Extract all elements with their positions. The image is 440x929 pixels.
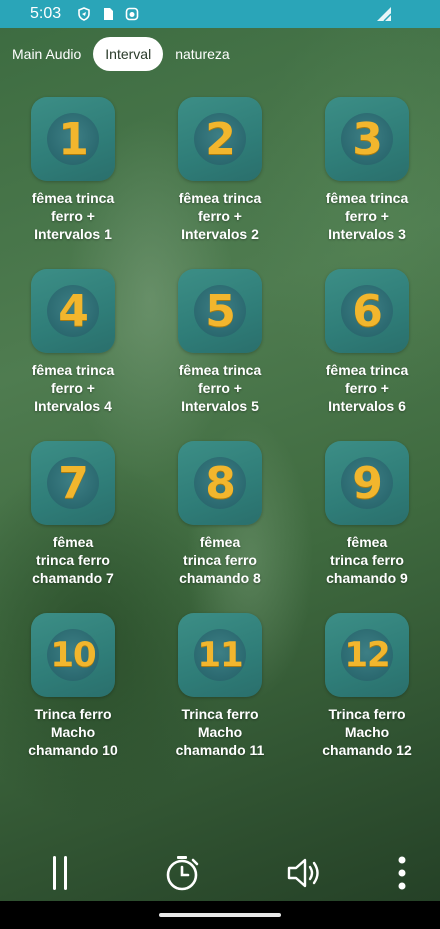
tab-natureza[interactable]: natureza (173, 37, 231, 71)
tile-number: 5 (205, 285, 236, 337)
tile-number: 9 (352, 457, 383, 509)
audio-item-9[interactable]: 9 fêmea trinca ferro chamando 9 (297, 441, 437, 587)
tile-number: 2 (205, 113, 236, 165)
audio-label: fêmea trinca ferro chamando 9 (326, 534, 408, 586)
audio-item-12[interactable]: 12 Trinca ferro Macho chamando 12 (297, 613, 437, 759)
audio-label: Trinca ferro Macho chamando 11 (175, 706, 265, 758)
audio-label: fêmea trinca ferro + Intervalos 6 (325, 362, 409, 414)
tab-main-audio[interactable]: Main Audio (10, 37, 83, 71)
audio-tile: 4 (31, 269, 115, 353)
audio-label: fêmea trinca ferro + Intervalos 1 (31, 190, 115, 242)
system-nav-bar (0, 901, 440, 929)
audio-label: fêmea trinca ferro + Intervalos 3 (325, 190, 409, 242)
audio-label: Trinca ferro Macho chamando 12 (322, 706, 412, 758)
pause-icon[interactable] (40, 853, 80, 893)
tab-interval[interactable]: Interval (93, 37, 164, 71)
audio-tile: 1 (31, 97, 115, 181)
timer-icon[interactable] (162, 853, 202, 893)
audio-label: fêmea trinca ferro + Intervalos 2 (178, 190, 262, 242)
audio-tile: 3 (325, 97, 409, 181)
audio-tile: 6 (325, 269, 409, 353)
audio-item-5[interactable]: 5 fêmea trinca ferro + Intervalos 5 (150, 269, 290, 415)
audio-item-4[interactable]: 4 fêmea trinca ferro + Intervalos 4 (3, 269, 143, 415)
audio-tile: 2 (178, 97, 262, 181)
tile-number: 12 (344, 635, 390, 675)
audio-label: fêmea trinca ferro + Intervalos 4 (31, 362, 115, 414)
tile-number: 7 (58, 457, 89, 509)
audio-tile: 7 (31, 441, 115, 525)
tile-number: 10 (50, 635, 96, 675)
audio-item-1[interactable]: 1 fêmea trinca ferro + Intervalos 1 (3, 97, 143, 243)
tile-number: 8 (205, 457, 236, 509)
tile-number: 4 (58, 285, 89, 337)
shield-icon (78, 7, 90, 21)
tile-number: 6 (352, 285, 383, 337)
audio-label: fêmea trinca ferro chamando 8 (179, 534, 261, 586)
audio-item-8[interactable]: 8 fêmea trinca ferro chamando 8 (150, 441, 290, 587)
audio-tile: 11 (178, 613, 262, 697)
audio-tile: 5 (178, 269, 262, 353)
status-time: 5:03 (30, 5, 62, 22)
playback-controls (0, 845, 440, 901)
audio-item-6[interactable]: 6 fêmea trinca ferro + Intervalos 6 (297, 269, 437, 415)
tile-number: 1 (58, 113, 89, 165)
audio-label: Trinca ferro Macho chamando 10 (28, 706, 118, 758)
sim-card-icon (104, 8, 114, 20)
tile-number: 3 (352, 113, 383, 165)
audio-item-11[interactable]: 11 Trinca ferro Macho chamando 11 (150, 613, 290, 759)
tab-bar: Main Audio Interval natureza (0, 36, 440, 72)
status-bar: 5:03 (0, 0, 440, 28)
audio-label: fêmea trinca ferro chamando 7 (32, 534, 114, 586)
volume-icon[interactable] (284, 853, 324, 893)
tile-number: 11 (197, 635, 243, 675)
audio-item-3[interactable]: 3 fêmea trinca ferro + Intervalos 3 (297, 97, 437, 243)
audio-item-10[interactable]: 10 Trinca ferro Macho chamando 10 (3, 613, 143, 759)
more-vert-icon[interactable] (382, 853, 422, 893)
audio-item-2[interactable]: 2 fêmea trinca ferro + Intervalos 2 (150, 97, 290, 243)
signal-icon (377, 7, 392, 22)
home-indicator[interactable] (159, 913, 281, 917)
audio-tile: 8 (178, 441, 262, 525)
audio-label: fêmea trinca ferro + Intervalos 5 (178, 362, 262, 414)
audio-tile: 12 (325, 613, 409, 697)
audio-item-7[interactable]: 7 fêmea trinca ferro chamando 7 (3, 441, 143, 587)
audio-tile: 9 (325, 441, 409, 525)
app-notification-icon (125, 7, 139, 21)
audio-tile: 10 (31, 613, 115, 697)
